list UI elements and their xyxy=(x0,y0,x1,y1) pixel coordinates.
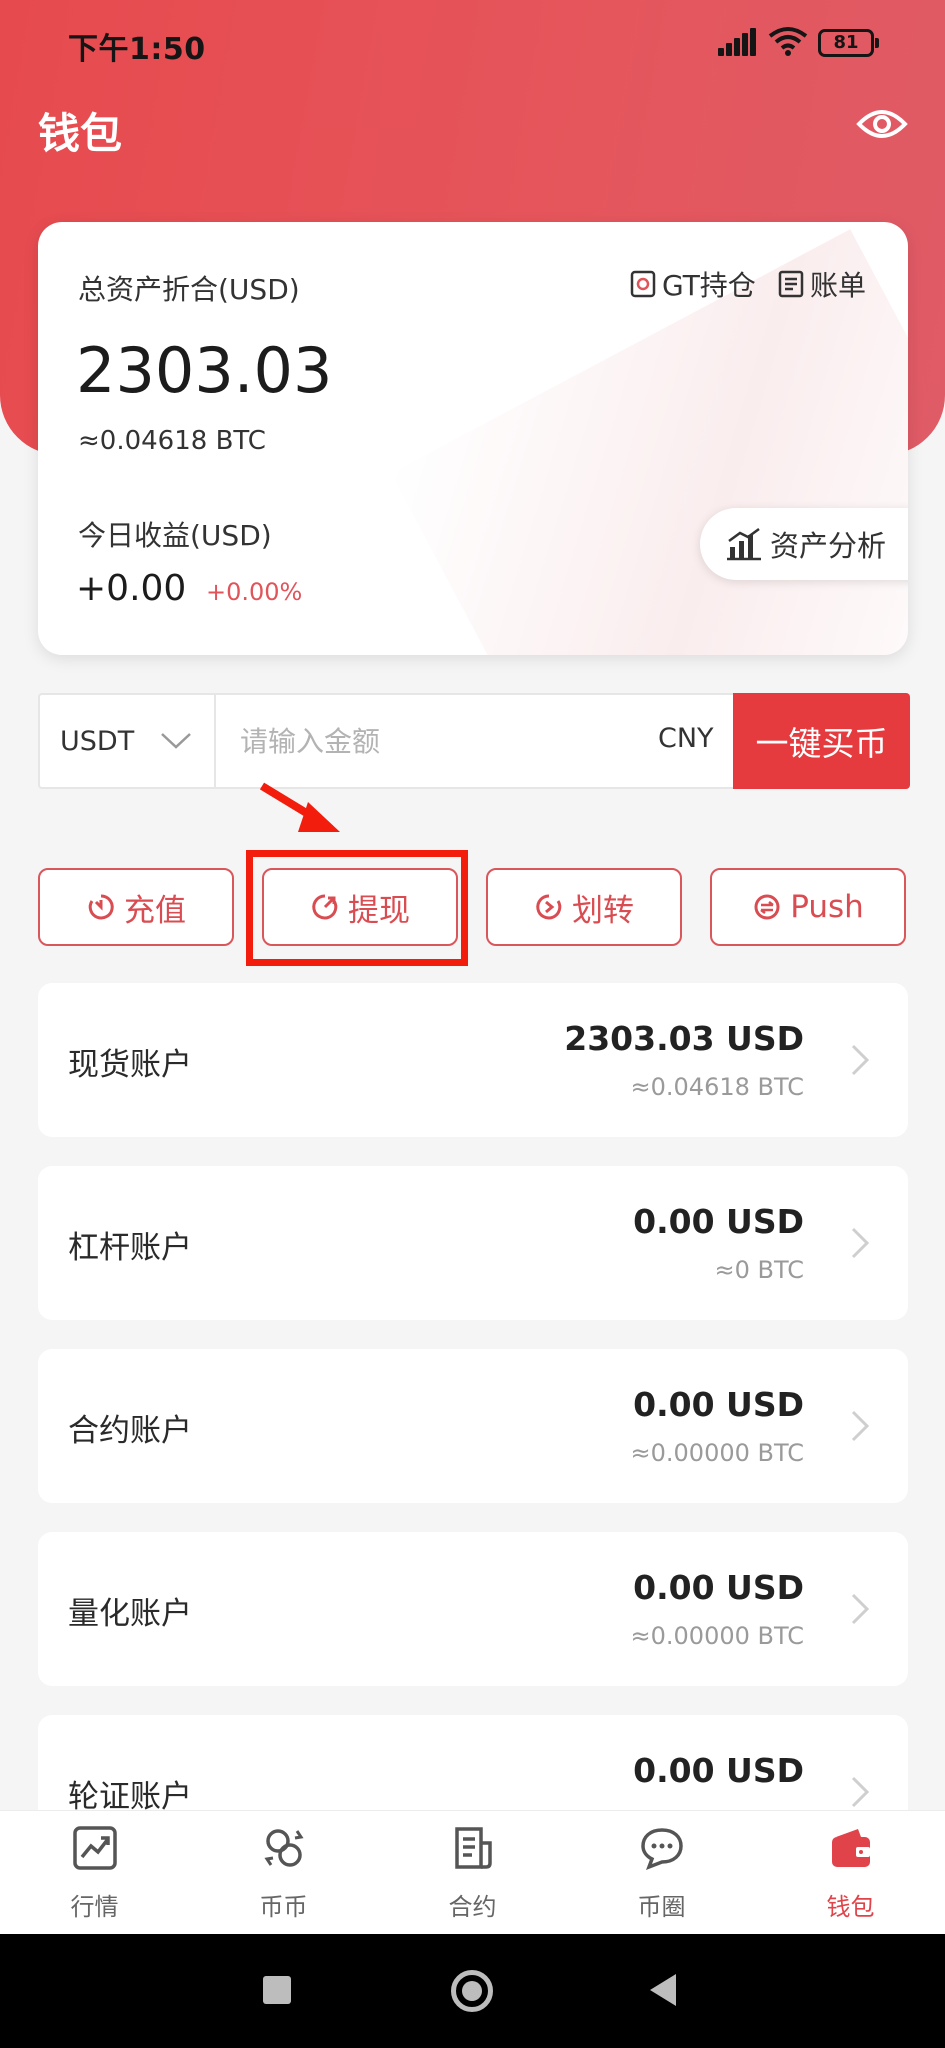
contract-document-icon xyxy=(455,1827,492,1869)
asset-analysis-button[interactable]: 资产分析 xyxy=(700,508,908,580)
account-name: 杠杆账户 xyxy=(68,1230,192,1266)
account-btc-value: ≈0 BTC xyxy=(714,1256,804,1284)
account-usd-value: 0.00 USD xyxy=(633,1751,804,1790)
home-icon[interactable] xyxy=(451,1970,493,2012)
status-time: 下午1:50 xyxy=(68,32,206,67)
fiat-currency-label: CNY xyxy=(658,723,714,754)
transfer-button[interactable]: 划转 xyxy=(486,868,682,946)
transfer-label: 划转 xyxy=(572,892,634,929)
chevron-right-icon xyxy=(851,1227,870,1259)
account-card-contract[interactable]: 合约账户 0.00 USD ≈0.00000 BTC xyxy=(38,1349,908,1503)
today-earnings-percent: +0.00% xyxy=(206,578,303,606)
account-name: 现货账户 xyxy=(68,1047,192,1083)
nav-label: 钱包 xyxy=(826,1893,875,1921)
nav-item-wallet[interactable]: 钱包 xyxy=(756,1811,945,1935)
page-title: 钱包 xyxy=(38,109,123,158)
wallet-icon xyxy=(832,1829,870,1867)
bill-label: 账单 xyxy=(810,269,867,302)
nav-item-spot[interactable]: 币币 xyxy=(189,1811,378,1935)
deposit-label: 充值 xyxy=(124,892,186,929)
gt-holding-label: GT持仓 xyxy=(662,269,756,302)
asset-analysis-label: 资产分析 xyxy=(770,529,887,563)
deposit-icon xyxy=(88,894,114,920)
asset-summary-card: 总资产折合(USD) GT持仓 账单 2303.03 ≈0.04618 BTC … xyxy=(38,222,908,655)
nav-item-community[interactable]: 币圈 xyxy=(567,1811,756,1935)
back-icon[interactable] xyxy=(650,1974,676,2006)
account-usd-value: 0.00 USD xyxy=(633,1202,804,1241)
battery-icon: 81 xyxy=(818,29,879,57)
amount-input[interactable] xyxy=(218,695,658,787)
market-chart-icon xyxy=(73,1826,117,1870)
nav-label: 币圈 xyxy=(637,1893,686,1921)
chevron-right-icon xyxy=(851,1044,870,1076)
today-earnings-label: 今日收益(USD) xyxy=(78,519,272,552)
status-bar: 下午1:50 81 xyxy=(0,0,945,86)
bar-chart-icon xyxy=(727,527,761,561)
push-button[interactable]: Push xyxy=(710,868,906,946)
account-usd-value: 2303.03 USD xyxy=(564,1019,804,1058)
account-usd-value: 0.00 USD xyxy=(633,1568,804,1607)
bill-link[interactable]: 账单 xyxy=(778,264,866,304)
gt-holding-icon xyxy=(630,270,656,298)
total-assets-btc: ≈0.04618 BTC xyxy=(78,426,266,456)
bottom-navigation: 行情 币币 合约 币圈 钱包 xyxy=(0,1810,945,1934)
account-card-spot[interactable]: 现货账户 2303.03 USD ≈0.04618 BTC xyxy=(38,983,908,1137)
chat-bubble-icon xyxy=(641,1828,683,1871)
account-btc-value: ≈0.04618 BTC xyxy=(630,1073,804,1101)
gt-holding-link[interactable]: GT持仓 xyxy=(630,264,756,304)
nav-label: 币币 xyxy=(259,1893,308,1921)
nav-item-contract[interactable]: 合约 xyxy=(378,1811,567,1935)
total-assets-value: 2303.03 xyxy=(76,334,333,407)
account-card-margin[interactable]: 杠杆账户 0.00 USD ≈0 BTC xyxy=(38,1166,908,1320)
deposit-button[interactable]: 充值 xyxy=(38,868,234,946)
nav-label: 行情 xyxy=(70,1893,119,1921)
system-navigation-bar xyxy=(0,1934,945,2048)
coin-select[interactable]: USDT xyxy=(40,695,216,787)
push-label: Push xyxy=(790,889,864,925)
chevron-down-icon xyxy=(161,733,192,749)
quick-buy-bar: USDT CNY 一键买币 xyxy=(38,693,910,789)
account-name: 合约账户 xyxy=(68,1413,192,1449)
total-assets-label: 总资产折合(USD) xyxy=(78,273,300,306)
transfer-icon xyxy=(536,894,562,920)
recent-apps-icon[interactable] xyxy=(263,1976,291,2004)
annotation-highlight-box xyxy=(246,850,468,966)
chevron-right-icon xyxy=(851,1410,870,1442)
chevron-right-icon xyxy=(851,1776,870,1808)
signal-icon xyxy=(718,28,756,56)
annotation-arrow-icon xyxy=(259,782,340,832)
push-icon xyxy=(754,894,780,920)
today-earnings-value: +0.00 xyxy=(76,568,187,609)
nav-item-market[interactable]: 行情 xyxy=(0,1811,189,1935)
account-name: 量化账户 xyxy=(68,1596,192,1632)
account-btc-value: ≈0.00000 BTC xyxy=(630,1622,804,1650)
nav-label: 合约 xyxy=(448,1893,497,1921)
account-usd-value: 0.00 USD xyxy=(633,1385,804,1424)
coin-exchange-icon xyxy=(264,1829,304,1867)
chevron-right-icon xyxy=(851,1593,870,1625)
bill-icon xyxy=(778,270,804,298)
eye-icon[interactable] xyxy=(856,104,908,144)
coin-select-value: USDT xyxy=(60,725,135,757)
wifi-icon xyxy=(768,27,808,56)
quick-buy-button[interactable]: 一键买币 xyxy=(733,693,910,789)
account-card-quant[interactable]: 量化账户 0.00 USD ≈0.00000 BTC xyxy=(38,1532,908,1686)
account-btc-value: ≈0.00000 BTC xyxy=(630,1439,804,1467)
